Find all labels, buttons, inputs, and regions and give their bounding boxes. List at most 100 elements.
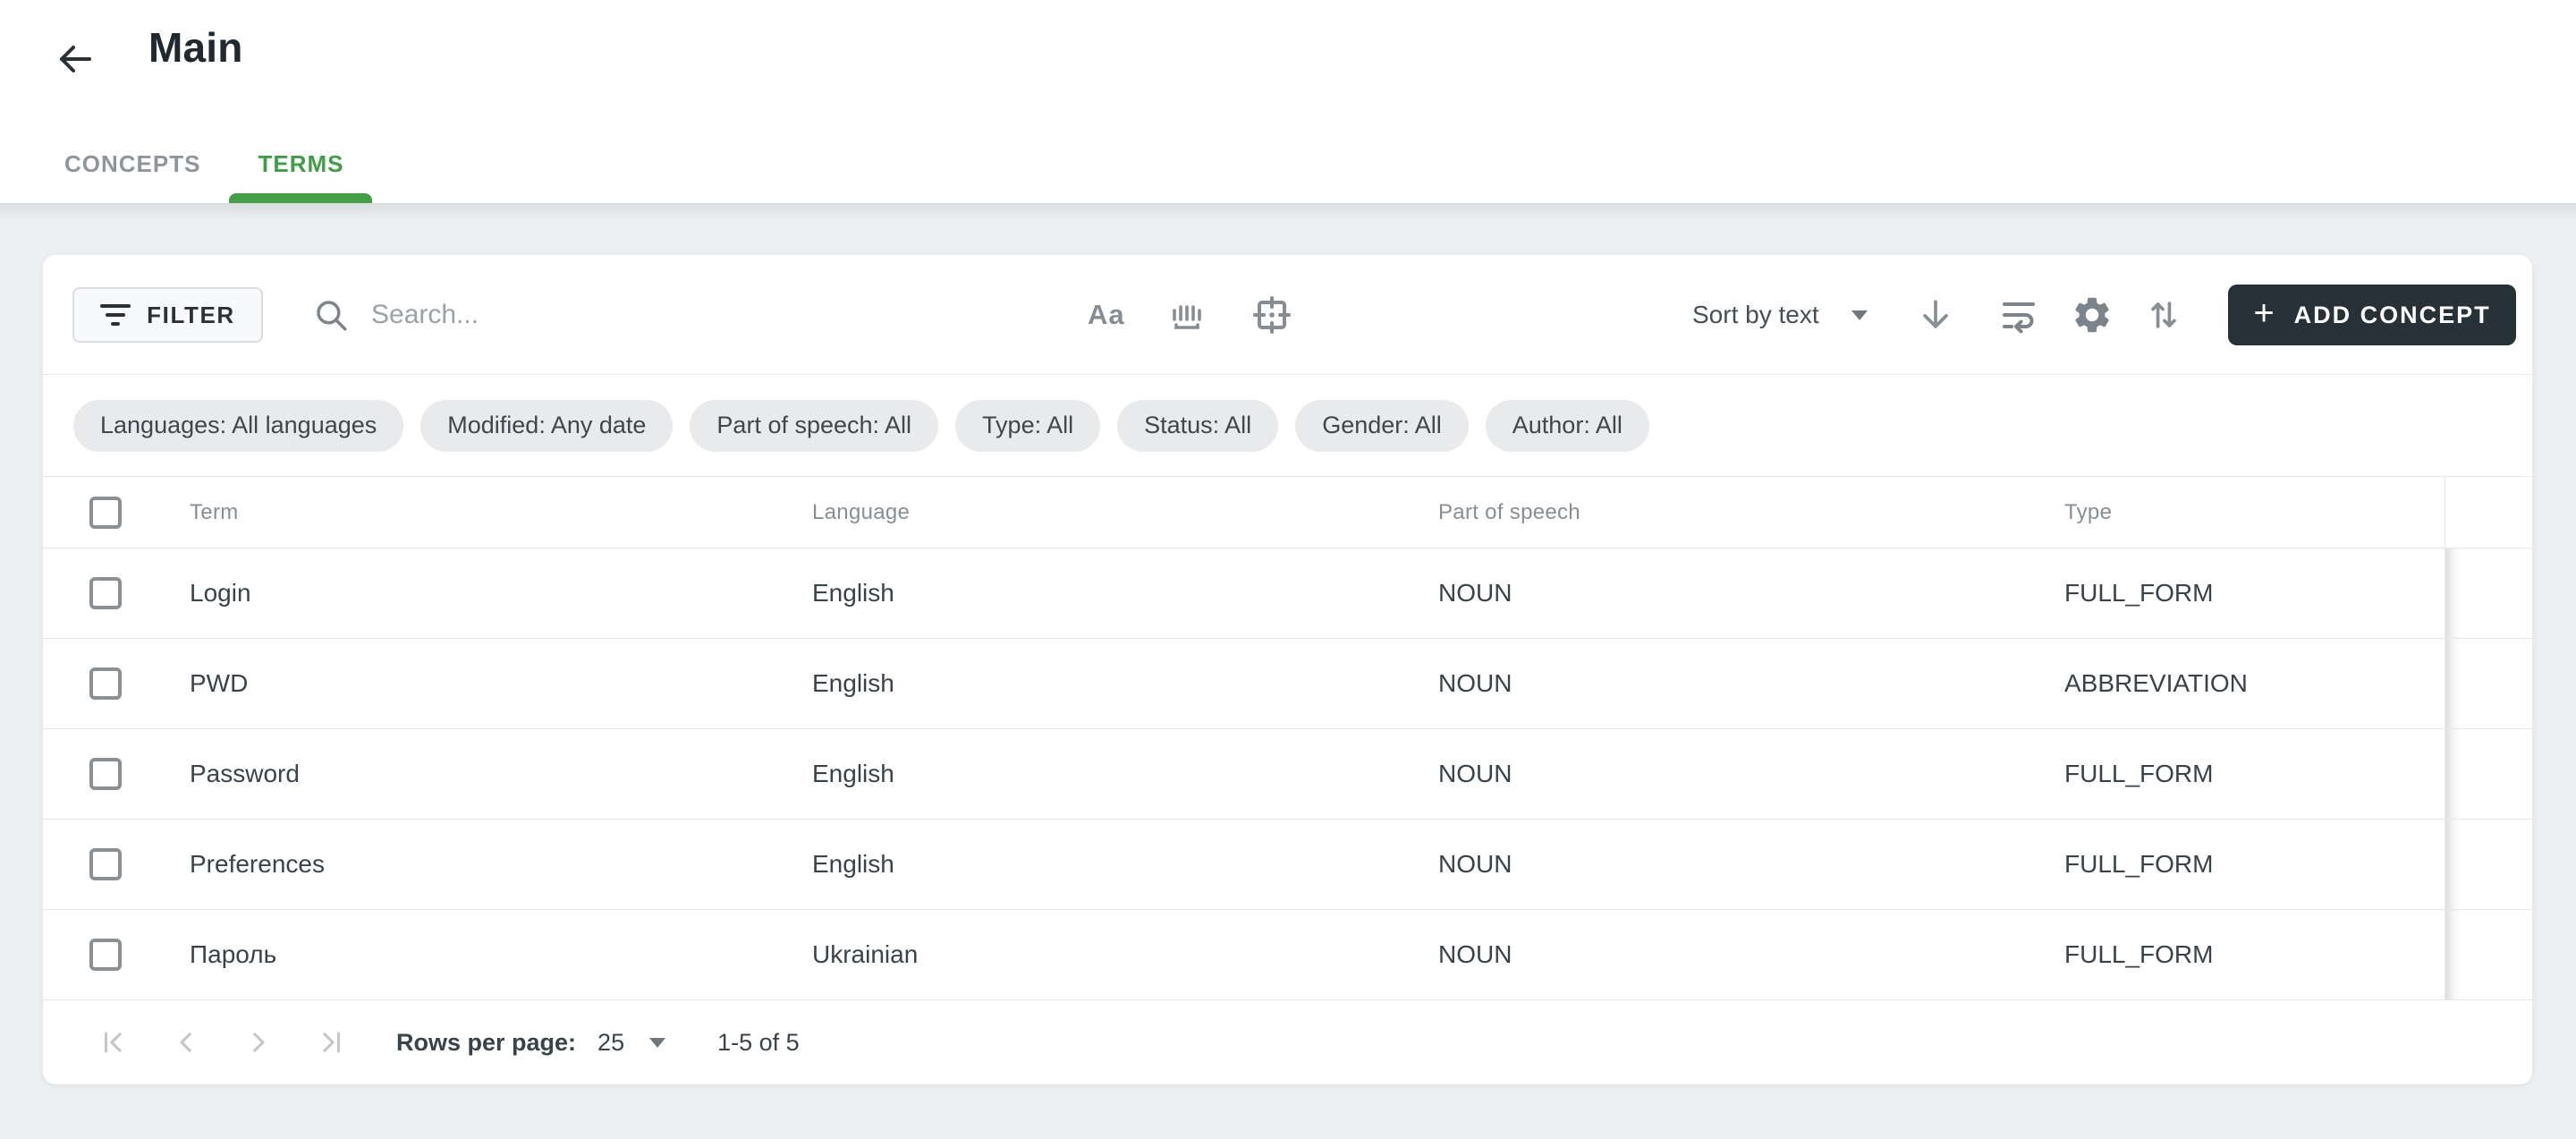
cell-part-of-speech: NOUN [1395, 820, 2021, 909]
row-checkbox[interactable] [89, 848, 122, 880]
cell-term: Login [190, 579, 251, 608]
select-all-checkbox[interactable] [89, 497, 122, 529]
exact-match-icon[interactable] [1250, 293, 1293, 336]
chip-gender-label: Gender: All [1322, 412, 1442, 439]
cell-term: Preferences [190, 850, 325, 879]
sort-caret-icon[interactable] [1852, 310, 1868, 320]
pinned-column-cell [2445, 910, 2532, 999]
chip-type[interactable]: Type: All [955, 400, 1100, 452]
cell-part-of-speech: NOUN [1395, 729, 2021, 819]
chip-modified-label: Modified: Any date [447, 412, 646, 439]
last-page-button[interactable] [316, 1027, 346, 1058]
chip-languages[interactable]: Languages: All languages [73, 400, 403, 452]
chip-type-label: Type: All [982, 412, 1073, 439]
next-page-button[interactable] [243, 1027, 274, 1058]
column-header-type: Type [2021, 500, 2445, 525]
cell-type: ABBREVIATION [2021, 639, 2445, 728]
page-range-label: 1-5 of 5 [717, 1029, 800, 1057]
row-checkbox[interactable] [89, 758, 122, 790]
chip-status[interactable]: Status: All [1117, 400, 1278, 452]
terms-card: FILTER Aa [43, 255, 2532, 1084]
table-action-icons [1997, 255, 2183, 375]
table-row[interactable]: PWD English NOUN ABBREVIATION [43, 639, 2532, 729]
cell-type: FULL_FORM [2021, 910, 2445, 999]
table-row[interactable]: Login English NOUN FULL_FORM [43, 548, 2532, 639]
sort-direction-arrow-down-icon[interactable] [1916, 295, 1955, 335]
cell-type: FULL_FORM [2021, 548, 2445, 638]
tab-bar: CONCEPTS TERMS [36, 124, 372, 203]
chip-author-label: Author: All [1513, 412, 1623, 439]
wrap-text-icon[interactable] [1997, 293, 2040, 336]
pinned-column-cell [2445, 729, 2532, 819]
back-button[interactable] [52, 36, 98, 82]
filter-button[interactable]: FILTER [72, 287, 263, 343]
cell-type: FULL_FORM [2021, 820, 2445, 909]
plus-icon: + [2253, 295, 2275, 331]
cell-language: Ukrainian [769, 910, 1395, 999]
filter-icon [100, 304, 131, 326]
cell-language: English [769, 639, 1395, 728]
chip-languages-label: Languages: All languages [100, 412, 377, 439]
cell-part-of-speech: NOUN [1395, 639, 2021, 728]
header-divider [0, 203, 2576, 204]
previous-page-button[interactable] [171, 1027, 201, 1058]
filter-button-label: FILTER [147, 302, 235, 329]
page-title: Main [148, 23, 243, 72]
sort-by-select[interactable]: Sort by text [1692, 301, 1819, 329]
search-area [312, 255, 944, 375]
pinned-column-cell [2445, 548, 2532, 638]
pinned-column-cell [2445, 820, 2532, 909]
chip-part-of-speech-label: Part of speech: All [716, 412, 911, 439]
pinned-column-header [2445, 477, 2532, 548]
whole-word-icon[interactable] [1166, 297, 1209, 333]
cell-term: PWD [190, 669, 248, 698]
table-row[interactable]: Password English NOUN FULL_FORM [43, 729, 2532, 820]
tab-concepts-label: CONCEPTS [64, 150, 200, 178]
row-checkbox[interactable] [89, 667, 122, 700]
sort-control: Sort by text [1692, 255, 1955, 375]
tab-terms-label: TERMS [258, 150, 343, 178]
add-concept-label: ADD CONCEPT [2294, 302, 2491, 329]
pagination-bar: Rows per page: 25 1-5 of 5 [43, 1000, 2532, 1084]
first-page-button[interactable] [98, 1027, 129, 1058]
rows-per-page-label: Rows per page: [396, 1029, 576, 1057]
row-checkbox[interactable] [89, 939, 122, 971]
tab-concepts[interactable]: CONCEPTS [36, 124, 229, 203]
row-checkbox[interactable] [89, 577, 122, 609]
cell-part-of-speech: NOUN [1395, 910, 2021, 999]
active-tab-indicator [229, 193, 372, 203]
cell-language: English [769, 820, 1395, 909]
column-header-part-of-speech: Part of speech [1395, 500, 2021, 525]
tab-terms[interactable]: TERMS [229, 124, 372, 203]
pinned-column-cell [2445, 639, 2532, 728]
search-input[interactable] [371, 288, 944, 342]
table-row[interactable]: Пароль Ukrainian NOUN FULL_FORM [43, 910, 2532, 1000]
cell-language: English [769, 729, 1395, 819]
cell-term: Password [190, 760, 300, 788]
cell-term: Пароль [190, 940, 276, 969]
settings-gear-icon[interactable] [2071, 293, 2114, 336]
table-row[interactable]: Preferences English NOUN FULL_FORM [43, 820, 2532, 910]
search-icon [312, 296, 350, 334]
toolbar: FILTER Aa [43, 255, 2532, 375]
column-header-term: Term [190, 500, 239, 525]
table-header: Term Language Part of speech Type [43, 477, 2532, 548]
chip-status-label: Status: All [1144, 412, 1251, 439]
cell-part-of-speech: NOUN [1395, 548, 2021, 638]
rows-per-page-value[interactable]: 25 [597, 1029, 624, 1057]
rows-per-page-caret-icon[interactable] [649, 1038, 665, 1048]
chip-part-of-speech[interactable]: Part of speech: All [690, 400, 938, 452]
cell-language: English [769, 548, 1395, 638]
cell-type: FULL_FORM [2021, 729, 2445, 819]
arrow-left-icon [54, 38, 97, 81]
add-concept-button[interactable]: + ADD CONCEPT [2228, 285, 2516, 345]
search-option-icons: Aa [1088, 255, 1293, 375]
chip-gender[interactable]: Gender: All [1295, 400, 1469, 452]
swap-vertical-icon[interactable] [2144, 295, 2183, 335]
column-header-language: Language [769, 500, 1395, 525]
header-shadow [0, 204, 2576, 220]
chip-author[interactable]: Author: All [1486, 400, 1649, 452]
chip-modified[interactable]: Modified: Any date [420, 400, 673, 452]
match-case-icon[interactable]: Aa [1088, 299, 1125, 331]
filter-chips-row: Languages: All languages Modified: Any d… [43, 375, 2532, 477]
